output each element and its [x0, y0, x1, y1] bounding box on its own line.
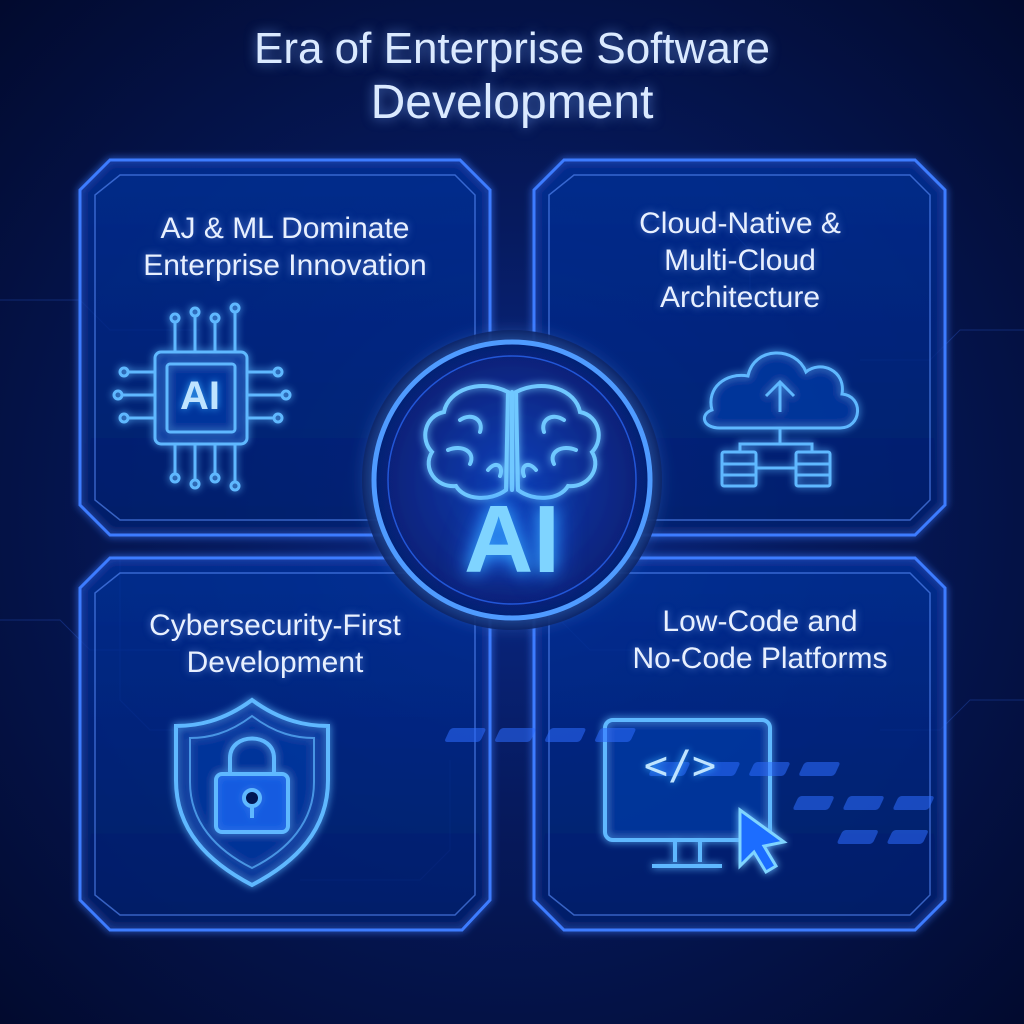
card-ai-ml-title-line: Enterprise Innovation: [143, 249, 427, 282]
card-cloud-title-line: Architecture: [659, 281, 821, 314]
card-lowcode-title-line: No-Code Platforms: [632, 642, 888, 675]
card-cloud-title-line: Multi-Cloud: [664, 244, 816, 277]
card-cloud-title-line: Cloud-Native &: [639, 207, 841, 240]
card-ai-ml-title-line: AJ & ML Dominate: [160, 212, 410, 245]
card-lowcode-title-line: Low-Code and: [662, 605, 858, 638]
ai-hub-label: AI: [464, 486, 560, 593]
ai-chip-label: AI: [180, 374, 220, 418]
code-brackets-label: </>: [643, 743, 717, 789]
card-security-title: Cybersecurity-First Development: [80, 607, 470, 681]
card-lowcode-title: Low-Code and No-Code Platforms: [565, 603, 955, 677]
card-security-title-line: Development: [186, 646, 364, 679]
card-ai-ml-title: AJ & ML Dominate Enterprise Innovation: [90, 210, 480, 284]
card-security-title-line: Cybersecurity-First: [149, 609, 401, 642]
card-cloud-title: Cloud-Native & Multi-Cloud Architecture: [545, 205, 935, 316]
